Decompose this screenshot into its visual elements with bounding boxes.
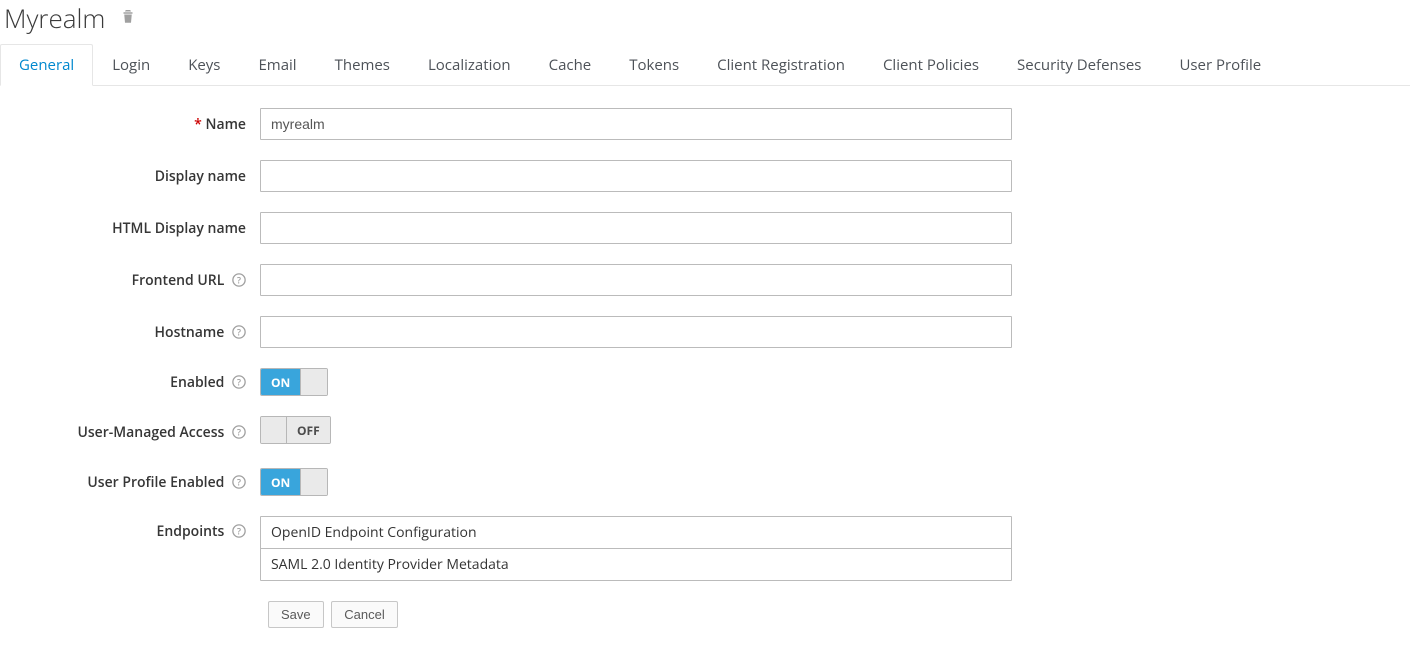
- svg-text:?: ?: [237, 376, 241, 388]
- general-form: * Name Display name HTML Display name Fr…: [0, 86, 1410, 628]
- tab-client-policies[interactable]: Client Policies: [864, 44, 998, 86]
- toggle-handle-icon: [301, 469, 327, 495]
- save-button[interactable]: Save: [268, 601, 324, 628]
- name-input[interactable]: [260, 108, 1012, 140]
- enabled-label: Enabled ?: [0, 373, 260, 392]
- trash-icon[interactable]: [119, 6, 137, 31]
- endpoints-label: Endpoints ?: [0, 516, 260, 541]
- uma-toggle[interactable]: OFF: [260, 416, 331, 444]
- display-name-label: Display name: [0, 167, 260, 186]
- toggle-on-text: ON: [261, 469, 301, 495]
- toggle-handle-icon: [301, 369, 327, 395]
- required-star-icon: *: [194, 115, 202, 134]
- page-title: Myrealm: [4, 0, 105, 36]
- user-profile-enabled-toggle[interactable]: ON: [260, 468, 328, 496]
- tab-client-registration[interactable]: Client Registration: [698, 44, 864, 86]
- realm-tabs: General Login Keys Email Themes Localiza…: [0, 44, 1410, 86]
- tab-email[interactable]: Email: [239, 44, 315, 86]
- tab-localization[interactable]: Localization: [409, 44, 530, 86]
- html-display-name-label: HTML Display name: [0, 219, 260, 238]
- toggle-on-text: ON: [261, 369, 301, 395]
- enabled-toggle[interactable]: ON: [260, 368, 328, 396]
- help-icon[interactable]: ?: [228, 473, 246, 492]
- toggle-handle-icon: [261, 417, 287, 443]
- help-icon[interactable]: ?: [228, 271, 246, 290]
- display-name-input[interactable]: [260, 160, 1012, 192]
- svg-text:?: ?: [237, 526, 241, 538]
- svg-text:?: ?: [237, 476, 241, 488]
- help-icon[interactable]: ?: [228, 423, 246, 442]
- endpoint-saml[interactable]: SAML 2.0 Identity Provider Metadata: [261, 548, 1011, 580]
- tab-cache[interactable]: Cache: [530, 44, 611, 86]
- endpoint-openid[interactable]: OpenID Endpoint Configuration: [261, 517, 1011, 548]
- cancel-button[interactable]: Cancel: [331, 601, 397, 628]
- help-icon[interactable]: ?: [228, 323, 246, 342]
- svg-text:?: ?: [237, 426, 241, 438]
- svg-text:?: ?: [237, 326, 241, 338]
- help-icon[interactable]: ?: [228, 522, 246, 541]
- user-profile-enabled-label: User Profile Enabled ?: [0, 473, 260, 492]
- hostname-input[interactable]: [260, 316, 1012, 348]
- name-label: * Name: [0, 115, 260, 134]
- frontend-url-label: Frontend URL ?: [0, 271, 260, 290]
- tab-keys[interactable]: Keys: [169, 44, 239, 86]
- tab-themes[interactable]: Themes: [316, 44, 409, 86]
- tab-general[interactable]: General: [0, 44, 93, 86]
- endpoints-list: OpenID Endpoint Configuration SAML 2.0 I…: [260, 516, 1012, 581]
- frontend-url-input[interactable]: [260, 264, 1012, 296]
- svg-text:?: ?: [237, 274, 241, 286]
- tab-tokens[interactable]: Tokens: [610, 44, 698, 86]
- uma-label: User-Managed Access ?: [0, 423, 260, 442]
- hostname-label: Hostname ?: [0, 323, 260, 342]
- tab-user-profile[interactable]: User Profile: [1160, 44, 1280, 86]
- tab-security-defenses[interactable]: Security Defenses: [998, 44, 1160, 86]
- html-display-name-input[interactable]: [260, 212, 1012, 244]
- tab-login[interactable]: Login: [93, 44, 169, 86]
- help-icon[interactable]: ?: [228, 373, 246, 392]
- toggle-off-text: OFF: [287, 417, 330, 443]
